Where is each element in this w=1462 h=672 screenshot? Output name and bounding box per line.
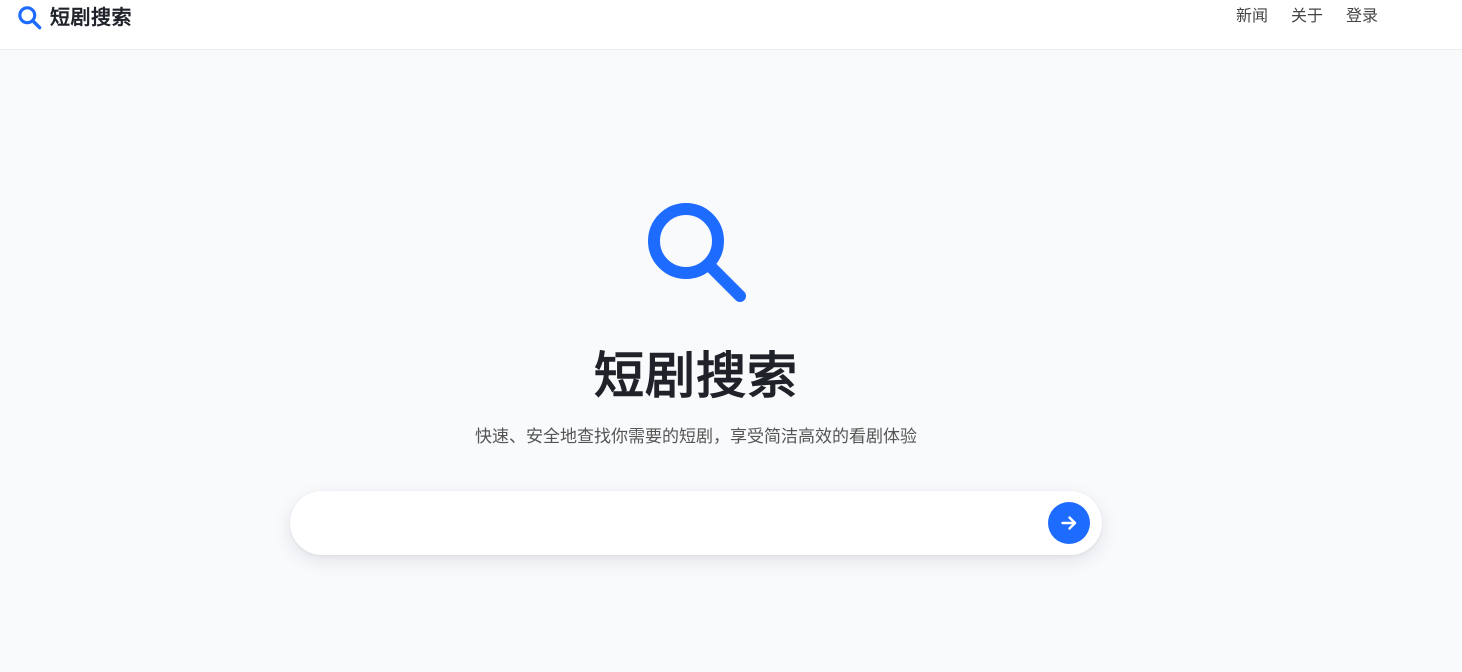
arrow-right-icon <box>1061 516 1077 530</box>
main-nav: 新闻 关于 登录 <box>1236 5 1378 27</box>
brand-title: 短剧搜索 <box>50 5 132 29</box>
search-submit-button[interactable] <box>1048 502 1090 544</box>
search-box <box>290 491 1102 555</box>
page-title: 短剧搜索 <box>594 347 798 405</box>
search-icon <box>648 203 746 302</box>
top-header: 短剧搜索 新闻 关于 登录 <box>0 0 1462 50</box>
nav-link-news[interactable]: 新闻 <box>1236 5 1268 27</box>
search-icon <box>18 5 42 29</box>
nav-link-login[interactable]: 登录 <box>1346 5 1378 27</box>
brand-logo[interactable]: 短剧搜索 <box>16 3 132 31</box>
search-input[interactable] <box>320 505 1040 541</box>
page-subtitle: 快速、安全地查找你需要的短剧，享受简洁高效的看剧体验 <box>475 427 917 447</box>
nav-link-about[interactable]: 关于 <box>1291 5 1323 27</box>
